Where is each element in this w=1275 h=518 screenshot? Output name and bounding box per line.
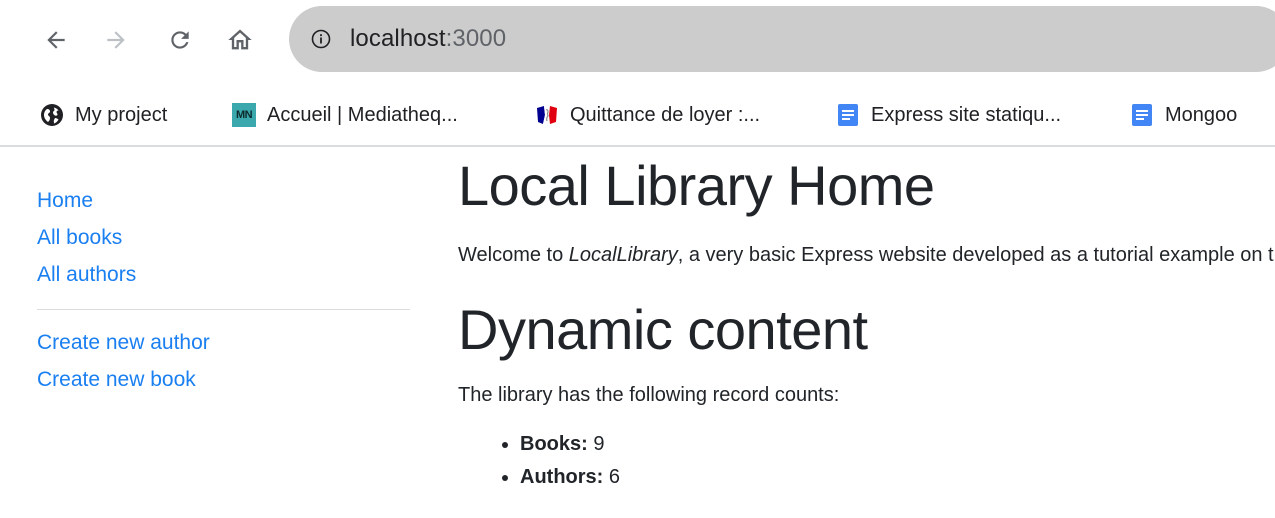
mn-icon: MN <box>232 103 256 127</box>
google-docs-icon <box>838 104 858 126</box>
browser-toolbar: localhost:3000 <box>0 0 1275 88</box>
forward-button[interactable] <box>98 22 134 58</box>
list-item: Books: 9 <box>520 428 1275 461</box>
record-counts-list: Books: 9 Authors: 6 <box>458 428 1275 494</box>
app-name: LocalLibrary <box>568 244 678 266</box>
count-value: 9 <box>593 433 605 455</box>
bookmark-label: My project <box>75 103 168 126</box>
sidebar-link-all-books[interactable]: All books <box>37 219 410 256</box>
bookmark-label: Express site statiqu... <box>871 103 1062 126</box>
bookmark-express-site[interactable]: Express site statiqu... <box>836 97 1061 133</box>
globe-icon <box>41 104 63 126</box>
count-label: Books: <box>520 433 588 455</box>
bookmark-mediatheque[interactable]: MN Accueil | Mediatheq... <box>232 97 458 133</box>
bookmark-label: Accueil | Mediatheq... <box>267 103 458 126</box>
dynamic-content-heading: Dynamic content <box>458 298 868 361</box>
home-icon <box>228 29 252 50</box>
bookmark-mongoose[interactable]: Mongoo <box>1130 97 1237 133</box>
counts-intro: The library has the following record cou… <box>458 384 840 406</box>
arrow-left-icon <box>47 31 65 49</box>
reload-button[interactable] <box>162 22 198 58</box>
sidebar-link-all-authors[interactable]: All authors <box>37 256 410 293</box>
welcome-pre: Welcome to <box>458 244 569 266</box>
address-bar[interactable]: localhost:3000 <box>289 6 1275 72</box>
bookmark-quittance[interactable]: Quittance de loyer :... <box>535 97 760 133</box>
sidebar-link-create-book[interactable]: Create new book <box>37 361 410 398</box>
bookmark-label: Mongoo <box>1165 103 1238 126</box>
bookmark-my-project[interactable]: My project <box>40 97 167 133</box>
url-port: :3000 <box>445 25 507 52</box>
list-item: Authors: 6 <box>520 461 1275 494</box>
count-label: Authors: <box>520 466 604 488</box>
main-content: Local Library Home Welcome to LocalLibra… <box>458 150 1275 494</box>
google-docs-icon <box>1132 104 1152 126</box>
welcome-post: , a very basic Express website developed… <box>677 244 1275 266</box>
bookmark-label: Quittance de loyer :... <box>570 103 761 126</box>
sidebar-link-home[interactable]: Home <box>37 182 410 219</box>
sidebar-divider <box>37 309 410 310</box>
marianne-icon <box>537 106 557 124</box>
url-host: localhost <box>350 25 446 52</box>
count-value: 6 <box>608 466 621 488</box>
arrow-right-icon <box>107 31 125 49</box>
home-button[interactable] <box>222 22 258 58</box>
sidebar-nav: Home All books All authors Create new au… <box>37 182 410 398</box>
back-button[interactable] <box>38 22 74 58</box>
sidebar-link-create-author[interactable]: Create new author <box>37 324 410 361</box>
info-icon[interactable] <box>311 29 331 49</box>
url-text[interactable]: localhost:3000 <box>350 25 506 53</box>
page-title: Local Library Home <box>458 154 935 217</box>
reload-icon <box>171 31 189 49</box>
bookmarks-bar: My project MN Accueil | Mediatheq... Qui… <box>0 88 1275 147</box>
welcome-text: Welcome to LocalLibrary, a very basic Ex… <box>458 240 1275 270</box>
